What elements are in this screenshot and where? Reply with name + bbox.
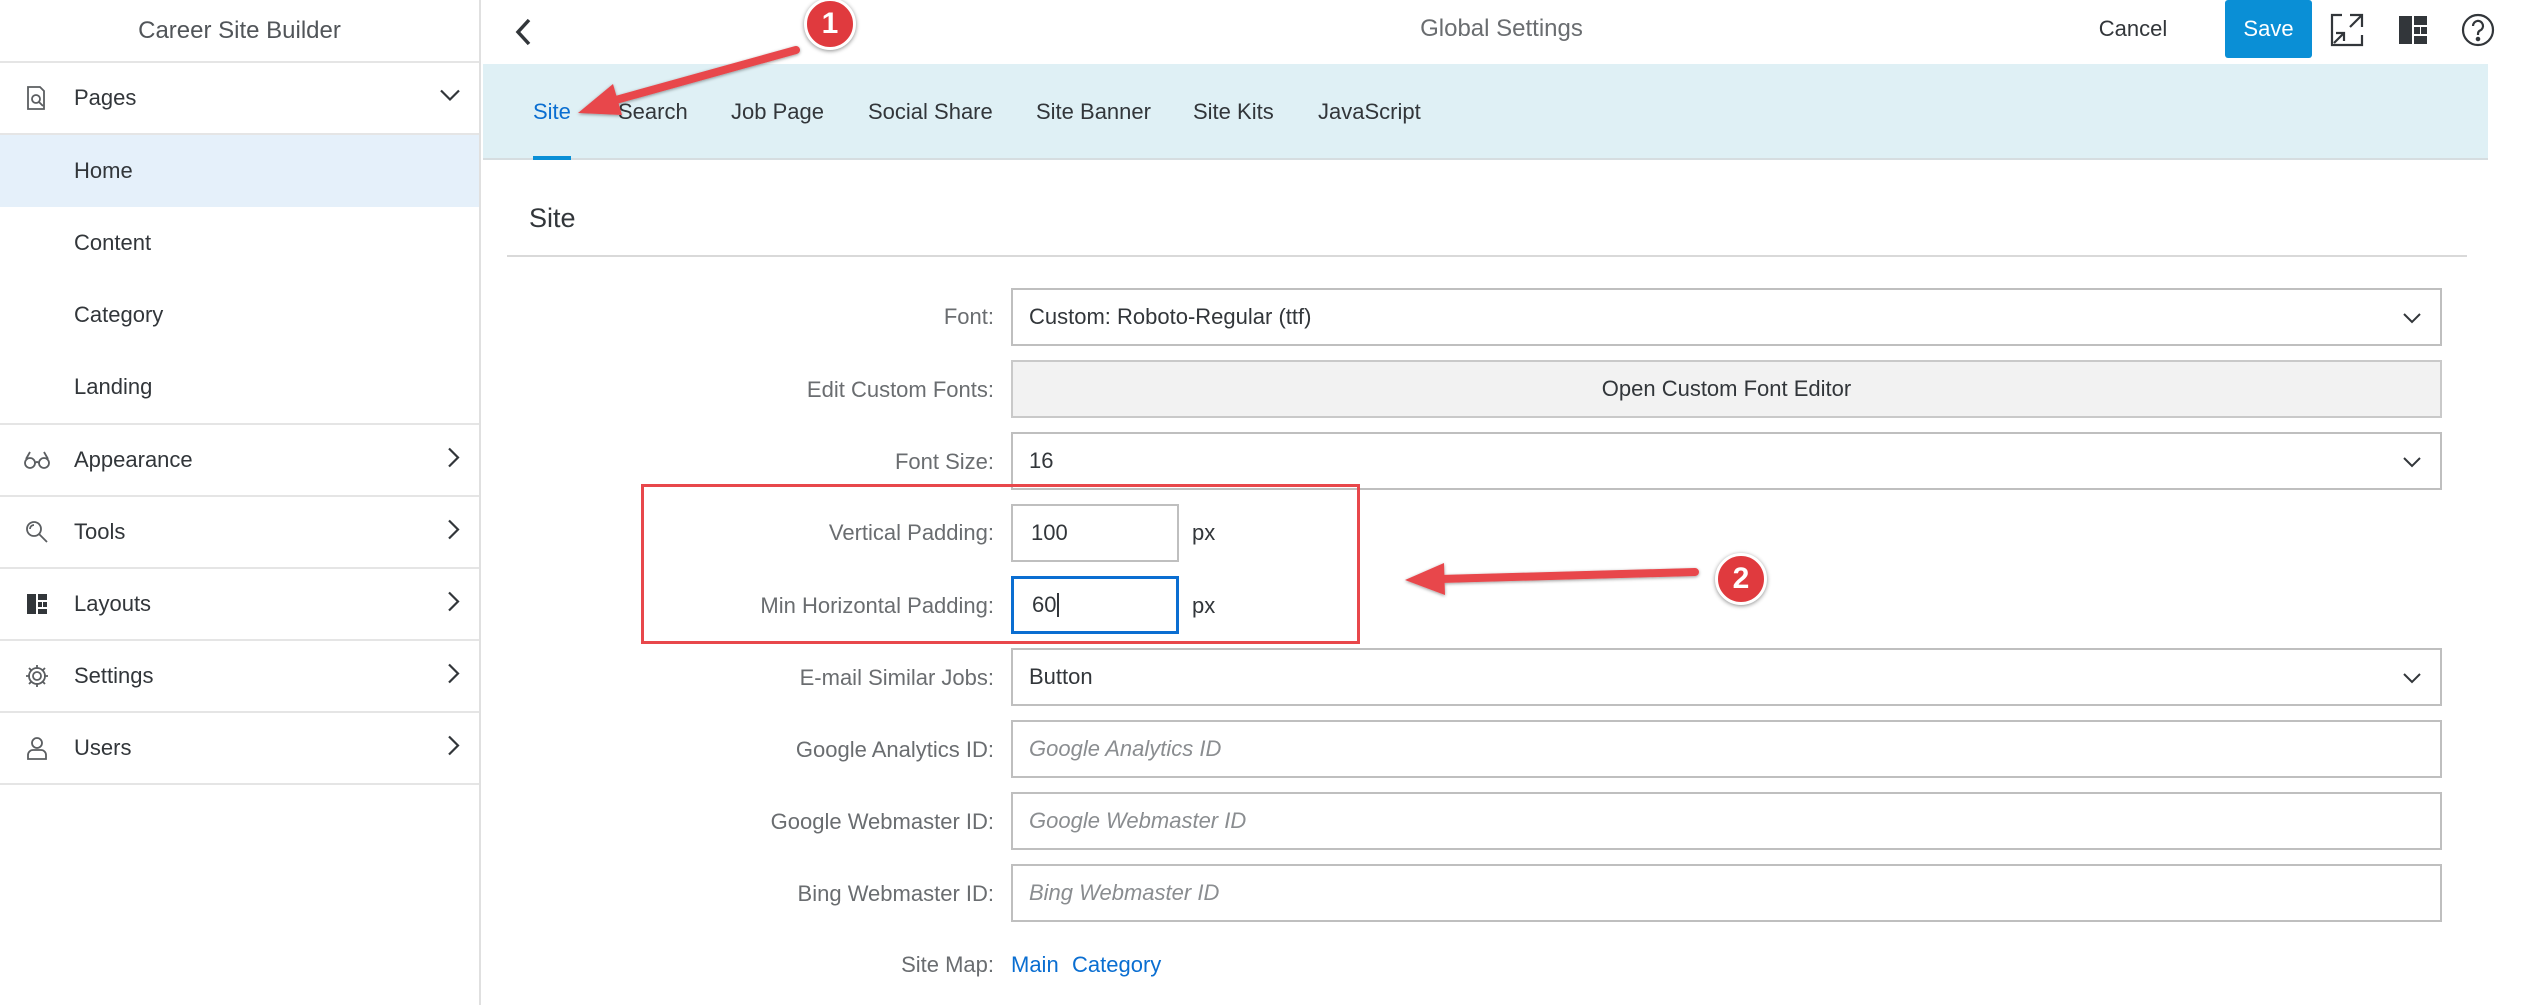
annotation-badge-1: 1 [804, 0, 856, 50]
back-button[interactable] [503, 12, 543, 52]
sidebar-item-label: Settings [74, 663, 154, 688]
tab-site-banner[interactable]: Site Banner [1036, 64, 1151, 160]
exit-fullscreen-icon [2330, 13, 2364, 47]
sidebar-item-label: Pages [74, 85, 137, 110]
pages-submenu: Home Content Category Landing [0, 135, 479, 425]
font-size-select[interactable]: 16 [1011, 432, 2442, 490]
annotation-highlight-box [641, 484, 1360, 644]
chevron-down-icon [439, 89, 461, 108]
tab-site[interactable]: Site [533, 64, 571, 160]
chevron-right-icon [447, 447, 461, 474]
open-custom-font-editor-button[interactable]: Open Custom Font Editor [1011, 360, 2442, 418]
annotation-arrow-2 [1405, 563, 1699, 595]
sidebar-item-pages[interactable]: Pages [0, 63, 479, 135]
tools-icon [0, 519, 74, 545]
sidebar-subitem-home[interactable]: Home [0, 135, 479, 207]
sidebar-item-users[interactable]: Users [0, 713, 479, 785]
custom-fonts-label: Edit Custom Fonts: [806, 377, 994, 402]
section-title: Site [529, 203, 576, 233]
sidebar-item-tools[interactable]: Tools [0, 497, 479, 569]
glasses-icon [0, 450, 74, 470]
tab-javascript[interactable]: JavaScript [1318, 64, 1421, 160]
sidebar-item-appearance[interactable]: Appearance [0, 425, 479, 497]
tab-search[interactable]: Search [618, 64, 688, 160]
site-map-label: Site Map: [901, 952, 994, 977]
section-divider [507, 255, 2467, 257]
chevron-right-icon [447, 519, 461, 546]
exit-fullscreen-button[interactable] [2327, 10, 2367, 50]
site-map-link-main[interactable]: Main [1011, 952, 1059, 978]
font-label: Font: [943, 304, 994, 329]
annotation-badge-2: 2 [1715, 553, 1767, 605]
pages-icon [0, 85, 74, 111]
page-title: Global Settings [1420, 15, 1583, 42]
chevron-down-icon [2402, 304, 2422, 330]
google-analytics-label: Google Analytics ID: [795, 737, 994, 762]
chevron-down-icon [2402, 448, 2422, 474]
tab-bar: Site Search Job Page Social Share Site B… [483, 64, 2488, 160]
save-button[interactable]: Save [2225, 0, 2312, 58]
tab-social-share[interactable]: Social Share [868, 64, 993, 160]
font-select-value: Custom: Roboto-Regular (ttf) [1029, 304, 1312, 329]
sidebar-subitem-content[interactable]: Content [0, 207, 479, 279]
google-webmaster-label: Google Webmaster ID: [770, 809, 994, 834]
sidebar-item-label: Appearance [74, 447, 193, 472]
sidebar: Career Site Builder Pages Home Content C… [0, 0, 481, 1005]
sidebar-subitem-landing[interactable]: Landing [0, 351, 479, 423]
sidebar-title: Career Site Builder [0, 0, 479, 63]
google-webmaster-input[interactable]: Google Webmaster ID [1011, 792, 2442, 850]
sidebar-item-layouts[interactable]: Layouts [0, 569, 479, 641]
help-button[interactable] [2458, 10, 2498, 50]
chevron-right-icon [447, 663, 461, 690]
site-map-link-category[interactable]: Category [1072, 952, 1161, 978]
chevron-right-icon [447, 591, 461, 618]
back-arrow-icon [515, 18, 531, 46]
google-analytics-input[interactable]: Google Analytics ID [1011, 720, 2442, 778]
font-size-label: Font Size: [894, 449, 994, 474]
email-similar-jobs-label: E-mail Similar Jobs: [799, 665, 994, 690]
tab-site-kits[interactable]: Site Kits [1193, 64, 1274, 160]
header-bar: Global Settings Cancel Save [481, 0, 2522, 64]
email-similar-jobs-select[interactable]: Button [1011, 648, 2442, 706]
help-icon [2461, 13, 2495, 47]
layout-icon [0, 592, 74, 616]
bing-webmaster-input[interactable]: Bing Webmaster ID [1011, 864, 2442, 922]
chevron-right-icon [447, 735, 461, 762]
email-similar-jobs-value: Button [1029, 664, 1093, 689]
layout-icon [2399, 16, 2427, 44]
layout-button[interactable] [2393, 10, 2433, 50]
sidebar-item-label: Tools [74, 519, 126, 544]
sidebar-subitem-category[interactable]: Category [0, 279, 479, 351]
font-select[interactable]: Custom: Roboto-Regular (ttf) [1011, 288, 2442, 346]
user-icon [0, 735, 74, 761]
chevron-down-icon [2402, 664, 2422, 690]
font-size-value: 16 [1029, 448, 1054, 473]
sidebar-item-settings[interactable]: Settings [0, 641, 479, 713]
cancel-button[interactable]: Cancel [2080, 2, 2186, 56]
gear-icon [0, 663, 74, 689]
bing-webmaster-label: Bing Webmaster ID: [797, 881, 994, 906]
tab-job-page[interactable]: Job Page [731, 64, 824, 160]
sidebar-item-label: Users [74, 735, 132, 760]
sidebar-item-label: Layouts [74, 591, 152, 616]
